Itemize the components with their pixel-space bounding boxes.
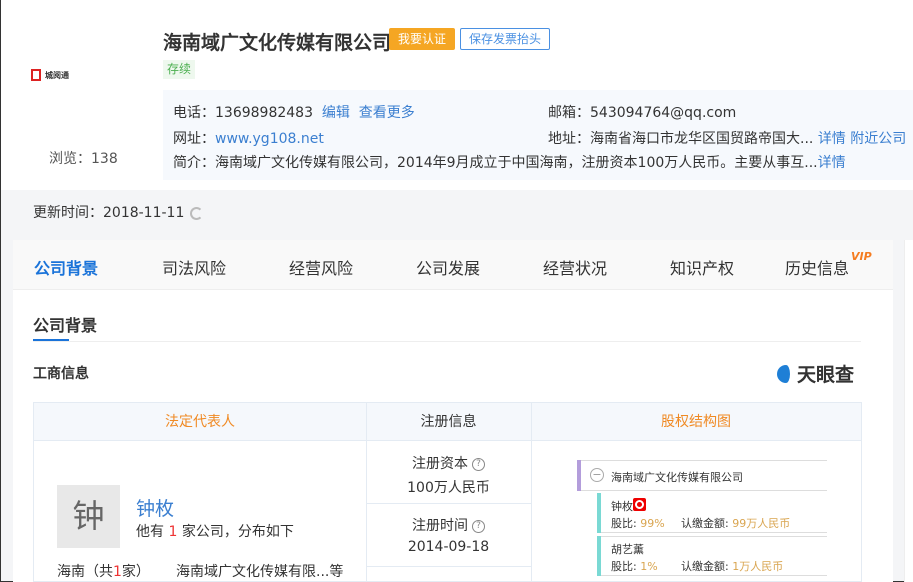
- certify-button[interactable]: 我要认证: [389, 28, 455, 50]
- holder-name[interactable]: 钟枚: [611, 498, 633, 514]
- address: 海南省海口市龙华区国贸路帝国大...: [590, 131, 814, 147]
- phone: 13698982483: [215, 105, 313, 121]
- edit-link[interactable]: 编辑: [322, 105, 350, 121]
- phone-label: 电话：: [173, 105, 215, 121]
- equity-company: 海南域广文化传媒有限公司: [611, 471, 743, 484]
- tab-ip[interactable]: 知识产权: [670, 255, 734, 279]
- desc-text: 他有: [136, 524, 169, 540]
- update-label: 更新时间：2018-11-11: [33, 205, 185, 221]
- value: 1万人民币: [732, 560, 784, 573]
- label: 注册资本: [412, 456, 468, 472]
- status-badge: 存续: [163, 60, 196, 79]
- header-reg-info: 注册信息: [366, 403, 531, 441]
- collapse-icon[interactable]: −: [590, 468, 604, 482]
- label: 认缴金额:: [681, 560, 729, 573]
- label: 认缴金额:: [681, 517, 729, 530]
- header-equity: 股权结构图: [531, 403, 861, 441]
- intro-detail-link[interactable]: 详情: [818, 155, 846, 171]
- legal-rep-desc: 他有 1 家公司，分布如下: [136, 521, 294, 541]
- email: 543094764@qq.com: [590, 105, 737, 121]
- refresh-icon[interactable]: [190, 206, 204, 220]
- logo-text: 城阅通: [45, 70, 69, 80]
- tab-development[interactable]: 公司发展: [416, 255, 480, 279]
- value: 99万人民币: [732, 517, 791, 530]
- label: 注册时间: [412, 518, 468, 534]
- holder-amount: 认缴金额: 99万人民币: [681, 515, 790, 531]
- region-number: 1: [113, 564, 122, 580]
- region-text: 家）: [121, 564, 150, 580]
- divider: [366, 503, 531, 504]
- vip-badge: VIP: [851, 250, 872, 263]
- desc-text: 家公司，分布如下: [177, 524, 294, 540]
- intro-row: 简介：海南域广文化传媒有限公司，2014年9月成立于中国海南，注册资本100万人…: [173, 152, 846, 172]
- divider: [531, 403, 532, 582]
- holder-name[interactable]: 胡艺薰: [611, 541, 644, 557]
- holder-ratio: 股比: 99%: [611, 515, 665, 531]
- intro-label: 简介：: [173, 155, 215, 171]
- nearby-link[interactable]: 附近公司: [850, 131, 906, 147]
- tianyancha-logo: 天眼查: [777, 360, 854, 387]
- phone-row: 电话：13698982483 编辑 查看更多: [173, 102, 415, 122]
- legal-rep-name[interactable]: 钟枚: [136, 494, 174, 521]
- web-row: 网址：www.yg108.net: [173, 128, 324, 148]
- reg-capital: 100万人民币: [407, 480, 490, 496]
- label: 股比:: [611, 517, 637, 530]
- holder-amount: 认缴金额: 1万人民币: [681, 558, 783, 574]
- web-label: 网址：: [173, 131, 215, 147]
- website-link[interactable]: www.yg108.net: [215, 131, 324, 147]
- save-invoice-button[interactable]: 保存发票抬头: [460, 28, 550, 50]
- email-row: 邮箱：543094764@qq.com: [548, 102, 736, 122]
- address-row: 地址：海南省海口市龙华区国贸路帝国大... 详情 附近公司: [548, 128, 906, 148]
- eye-icon: [777, 364, 795, 383]
- addr-label: 地址：: [548, 131, 590, 147]
- region-count[interactable]: 海南（共1家）: [57, 561, 150, 581]
- subsection-title: 工商信息: [33, 366, 89, 382]
- value: 99%: [640, 517, 665, 530]
- intro: 海南域广文化传媒有限公司，2014年9月成立于中国海南，注册资本100万人民币。…: [215, 155, 818, 171]
- holder-ratio: 股比: 1%: [611, 558, 658, 574]
- company-logo: 城阅通: [31, 65, 131, 85]
- reg-capital-label: 注册资本?: [366, 453, 531, 473]
- header-legal-rep: 法定代表人: [34, 403, 366, 441]
- brand-text: 天眼查: [797, 364, 855, 386]
- tab-business-risk[interactable]: 经营风险: [289, 255, 353, 279]
- reg-date-label: 注册时间?: [366, 515, 531, 535]
- avatar: 钟: [57, 485, 120, 548]
- help-icon[interactable]: ?: [472, 519, 485, 533]
- region-companies[interactable]: 海南域广文化传媒有限...等: [176, 561, 343, 581]
- region-text: 海南（共: [57, 564, 113, 580]
- tab-history[interactable]: 历史信息: [785, 255, 849, 279]
- view-count: 浏览：138: [49, 151, 118, 167]
- label: 股比:: [611, 560, 637, 573]
- company-name: 海南域广文化传媒有限公司: [163, 32, 392, 54]
- section-title: 公司背景: [33, 316, 98, 335]
- more-link[interactable]: 查看更多: [359, 105, 415, 121]
- tab-background[interactable]: 公司背景: [34, 255, 98, 279]
- email-label: 邮箱：: [548, 105, 590, 121]
- divider: [33, 341, 861, 342]
- help-icon[interactable]: ?: [472, 457, 485, 471]
- tab-operation[interactable]: 经营状况: [543, 255, 607, 279]
- divider: [366, 566, 531, 567]
- value: 1%: [640, 560, 658, 573]
- target-icon: [633, 498, 646, 511]
- tab-legal-risk[interactable]: 司法风险: [162, 255, 226, 279]
- update-time: 更新时间：2018-11-11: [33, 202, 204, 222]
- section-underline: [33, 339, 69, 341]
- address-detail-link[interactable]: 详情: [818, 131, 846, 147]
- reg-date: 2014-09-18: [407, 539, 490, 555]
- side-panel: [904, 240, 913, 582]
